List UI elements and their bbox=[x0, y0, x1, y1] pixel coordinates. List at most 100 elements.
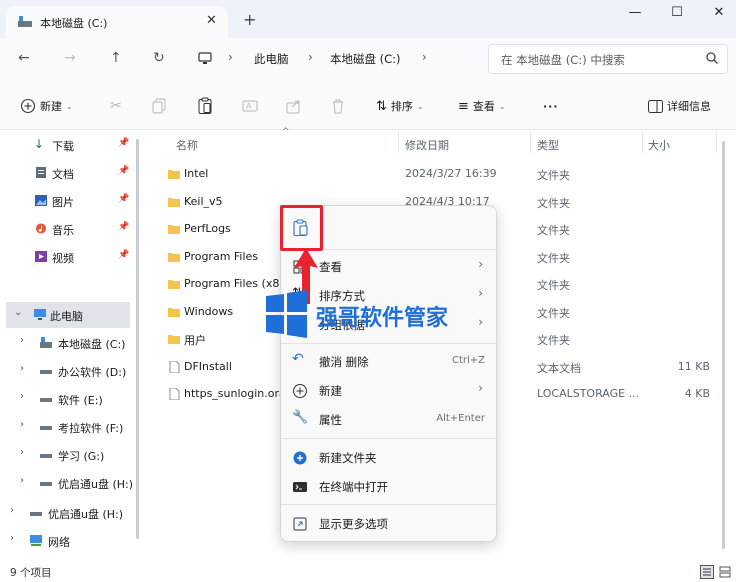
context-new-folder-label: 新建文件夹 bbox=[319, 451, 377, 465]
chevron-right-icon: › bbox=[228, 50, 233, 64]
cut-icon[interactable]: ✂ bbox=[110, 97, 122, 115]
address-bar: ← → ↑ ↻ › 此电脑 › 本地磁盘 (C:) › 在 本地磁盘 (C:) … bbox=[0, 38, 736, 80]
sidebar-item-music[interactable]: 音乐 📌 bbox=[0, 218, 134, 240]
tab-local-disk[interactable]: 本地磁盘 (C:) ✕ bbox=[6, 6, 228, 38]
sidebar-item-label: 软件 (E:) bbox=[58, 394, 103, 407]
column-divider[interactable] bbox=[642, 131, 643, 153]
column-divider[interactable] bbox=[398, 131, 399, 153]
sidebar-item-drive-g[interactable]: › 学习 (G:) bbox=[0, 444, 134, 466]
chevron-right-icon: › bbox=[422, 50, 427, 64]
context-properties[interactable]: 🔧 属性 Alt+Enter bbox=[281, 406, 498, 434]
sidebar-item-drive-e[interactable]: › 软件 (E:) bbox=[0, 388, 134, 410]
status-bar: 9 个项目 bbox=[0, 562, 736, 582]
up-arrow-icon[interactable]: ↑ bbox=[110, 50, 122, 66]
sidebar-item-documents[interactable]: 文档 📌 bbox=[0, 162, 134, 184]
sidebar-item-usb[interactable]: › 优启通u盘 (H:) bbox=[0, 502, 134, 524]
column-header-size[interactable]: 大小 bbox=[648, 137, 670, 153]
minimize-button[interactable]: — bbox=[620, 5, 650, 20]
sidebar-item-videos[interactable]: 视频 📌 bbox=[0, 246, 134, 268]
chevron-right-icon: › bbox=[478, 257, 483, 271]
svg-text:A: A bbox=[246, 102, 252, 111]
chevron-right-icon: › bbox=[20, 335, 24, 346]
context-separator bbox=[281, 438, 498, 439]
context-new[interactable]: 新建 › bbox=[281, 377, 498, 405]
paste-icon[interactable] bbox=[198, 97, 212, 115]
sidebar-item-label: 文档 bbox=[52, 168, 74, 181]
chevron-right-icon: › bbox=[10, 533, 14, 544]
breadcrumb-local-disk[interactable]: 本地磁盘 (C:) bbox=[330, 51, 401, 67]
sidebar-item-drive-h[interactable]: › 优启通u盘 (H:) bbox=[0, 472, 134, 494]
chevron-down-icon: ⌄ bbox=[416, 101, 424, 111]
pin-icon: 📌 bbox=[118, 194, 130, 204]
refresh-icon[interactable]: ↻ bbox=[153, 50, 165, 66]
chevron-down-icon: ⌄ bbox=[14, 307, 23, 318]
maximize-button[interactable]: ☐ bbox=[662, 5, 692, 20]
close-window-button[interactable]: ✕ bbox=[704, 5, 734, 20]
context-new-folder[interactable]: 新建文件夹 bbox=[281, 444, 498, 472]
tab-title: 本地磁盘 (C:) bbox=[40, 17, 108, 30]
folder-icon bbox=[168, 280, 180, 289]
folder-icon bbox=[168, 197, 180, 207]
rename-icon[interactable]: A bbox=[242, 97, 258, 115]
share-icon[interactable] bbox=[286, 97, 302, 115]
sidebar-item-drive-d[interactable]: › 办公软件 (D:) bbox=[0, 360, 134, 382]
chevron-right-icon: › bbox=[478, 381, 483, 395]
context-undo-label: 撤消 删除 bbox=[319, 355, 369, 369]
new-tab-button[interactable]: + bbox=[243, 12, 256, 28]
back-arrow-icon[interactable]: ← bbox=[18, 50, 30, 66]
breadcrumb[interactable]: › 此电脑 › 本地磁盘 (C:) › bbox=[188, 44, 474, 74]
tiles-view-icon[interactable] bbox=[718, 565, 732, 579]
details-view-icon[interactable] bbox=[700, 565, 714, 579]
drive-icon bbox=[40, 482, 52, 486]
more-options-button[interactable]: ··· bbox=[543, 97, 559, 115]
drive-icon bbox=[40, 398, 52, 402]
view-button[interactable]: ≡ 查看 ⌄ bbox=[458, 97, 506, 115]
file-type: 文本文档 bbox=[537, 361, 581, 375]
sidebar-item-pictures[interactable]: 图片 📌 bbox=[0, 190, 134, 212]
context-terminal-label: 在终端中打开 bbox=[319, 480, 388, 494]
column-divider[interactable] bbox=[716, 131, 717, 153]
chevron-right-icon: › bbox=[20, 447, 24, 458]
context-open-terminal[interactable]: 在终端中打开 bbox=[281, 473, 498, 501]
copy-icon[interactable] bbox=[152, 97, 166, 115]
table-row[interactable]: Intel 2024/3/27 16:39 文件夹 bbox=[148, 161, 720, 188]
computer-icon bbox=[34, 309, 46, 320]
chevron-right-icon: › bbox=[20, 475, 24, 486]
file-type: 文件夹 bbox=[537, 196, 570, 210]
details-label: 详细信息 bbox=[667, 100, 711, 113]
sidebar-item-drive-c[interactable]: › 本地磁盘 (C:) bbox=[0, 332, 134, 354]
new-button[interactable]: 新建 ⌄ bbox=[20, 97, 73, 115]
title-bar: 本地磁盘 (C:) ✕ + — ☐ ✕ bbox=[0, 0, 736, 38]
sidebar-item-this-pc[interactable]: ⌄ 此电脑 bbox=[6, 302, 130, 328]
forward-arrow-icon[interactable]: → bbox=[64, 50, 76, 66]
details-pane-button[interactable]: 详细信息 bbox=[648, 97, 711, 115]
content-scrollbar[interactable] bbox=[722, 141, 725, 549]
tab-close-button[interactable]: ✕ bbox=[206, 13, 217, 28]
file-type: 文件夹 bbox=[537, 279, 570, 292]
search-input[interactable]: 在 本地磁盘 (C:) 中搜索 bbox=[488, 44, 728, 74]
column-divider[interactable] bbox=[530, 131, 531, 153]
sidebar-item-network[interactable]: › 网络 bbox=[0, 530, 134, 552]
sidebar-scrollbar[interactable] bbox=[136, 139, 139, 539]
context-view-label: 查看 bbox=[319, 260, 342, 274]
file-name: Keil_v5 bbox=[184, 194, 223, 208]
chevron-right-icon: › bbox=[10, 505, 14, 516]
sort-button[interactable]: ⇅ 排序 ⌄ bbox=[376, 97, 424, 115]
pin-icon: 📌 bbox=[118, 222, 130, 232]
new-folder-icon bbox=[293, 451, 307, 465]
search-icon bbox=[706, 52, 718, 64]
column-header-date[interactable]: 修改日期 bbox=[405, 137, 449, 153]
context-undo-delete[interactable]: ↶ 撤消 删除 Ctrl+Z bbox=[281, 348, 498, 376]
breadcrumb-this-pc[interactable]: 此电脑 bbox=[254, 51, 289, 67]
context-more-options[interactable]: 显示更多选项 bbox=[281, 510, 498, 538]
column-header-type[interactable]: 类型 bbox=[537, 137, 559, 153]
chevron-right-icon: › bbox=[308, 50, 313, 64]
sidebar-item-label: 下载 bbox=[52, 140, 74, 153]
delete-icon[interactable] bbox=[331, 97, 345, 115]
pin-icon: 📌 bbox=[118, 138, 130, 148]
column-header-name[interactable]: 名称 bbox=[176, 137, 198, 153]
command-bar: 新建 ⌄ ✂ A ⇅ 排序 ⌄ ≡ 查看 ⌄ ··· 详细信息 bbox=[0, 80, 736, 130]
sidebar-item-downloads[interactable]: ↓ 下载 📌 bbox=[0, 134, 134, 156]
chevron-right-icon: › bbox=[478, 286, 483, 300]
sidebar-item-drive-f[interactable]: › 考拉软件 (F:) bbox=[0, 416, 134, 438]
